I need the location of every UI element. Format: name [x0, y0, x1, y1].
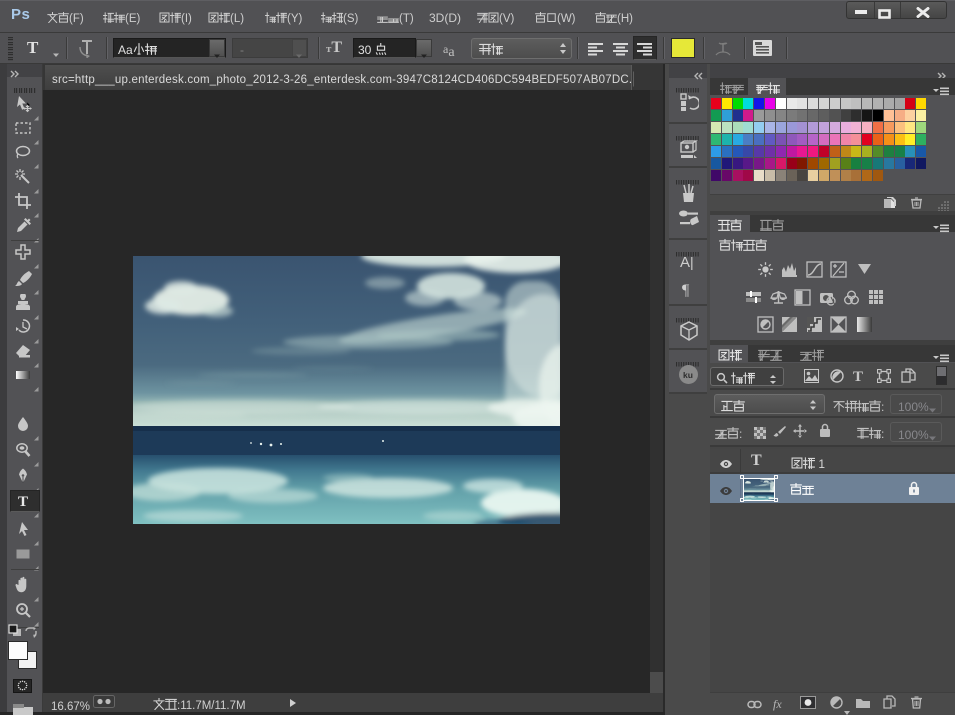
- svg-text:ku: ku: [683, 370, 693, 380]
- svg-text:T: T: [18, 494, 28, 510]
